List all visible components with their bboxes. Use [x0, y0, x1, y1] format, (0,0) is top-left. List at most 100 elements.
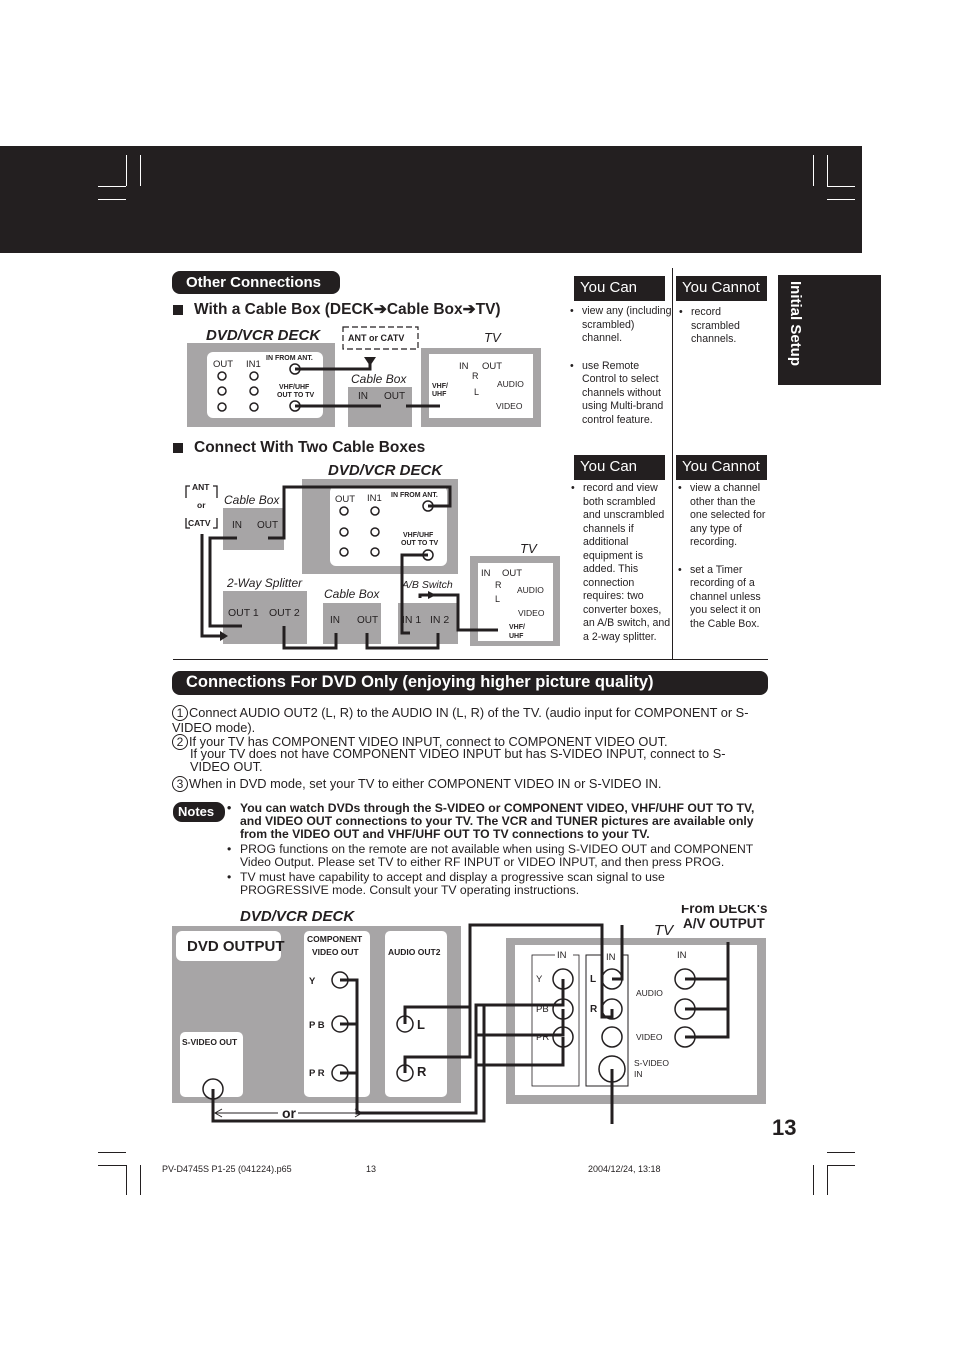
- ab-switch-label: A/B Switch: [401, 579, 453, 591]
- cable-box-label: Cable Box: [351, 372, 407, 386]
- svideo-label: S-VIDEO OUT: [182, 1037, 238, 1047]
- list-item: view any (including scrambled) channel.: [570, 305, 672, 346]
- port-label: VIDEO: [496, 401, 523, 411]
- port-label: VIDEO: [518, 608, 545, 618]
- note-item: • PROG functions on the remote are not av…: [227, 842, 780, 869]
- port-label: OUT: [213, 359, 233, 370]
- step-2-continued: If your TV does not have COMPONENT VIDEO…: [190, 746, 726, 774]
- port-label: IN FROM ANT.: [391, 492, 438, 499]
- bullet: •: [227, 870, 232, 884]
- deck-label: DVD/VCR DECK: [240, 908, 355, 925]
- port-label: L: [590, 974, 596, 985]
- tv-label: TV: [520, 541, 538, 556]
- crop-mark: [827, 155, 828, 186]
- port-label: IN 1: [402, 614, 421, 626]
- two-boxes-diagram: DVD/VCR DECK OUT IN1 IN FROM ANT. VHF/UH…: [185, 462, 560, 650]
- footer-file: PV-D4745S P1-25 (041224).p65: [162, 1164, 292, 1174]
- port-label: UHF: [432, 391, 447, 398]
- deck-label: DVD/VCR DECK: [328, 462, 443, 479]
- port-label: IN: [459, 361, 469, 372]
- port-label: OUT: [335, 494, 355, 505]
- page-number: 13: [772, 1115, 797, 1140]
- crop-mark: [827, 186, 855, 187]
- crop-mark: [827, 1165, 855, 1166]
- bullet: •: [227, 801, 232, 815]
- list-item: record scrambled channels.: [679, 306, 767, 347]
- note-text: You can watch DVDs through the S-VIDEO o…: [240, 801, 755, 841]
- list-item: use Remote Control to select channels wi…: [570, 360, 672, 428]
- port-label: IN: [481, 568, 491, 579]
- crop-mark: [98, 1152, 126, 1153]
- port-label: L: [417, 1017, 425, 1032]
- square-bullet-icon: [173, 443, 183, 453]
- port-label: R: [495, 580, 502, 590]
- you-cannot-header: You Cannot: [676, 276, 767, 301]
- subheading-two-boxes: Connect With Two Cable Boxes: [173, 439, 425, 457]
- port-label: IN: [358, 391, 368, 402]
- from-deck-label: From DECK's: [681, 905, 767, 916]
- component-label: VIDEO OUT: [312, 947, 360, 957]
- section-divider: [173, 659, 768, 660]
- port-label: OUT: [482, 361, 502, 372]
- step-text: Connect AUDIO OUT2 (L, R) to the AUDIO I…: [172, 705, 749, 735]
- port-label: VHF/UHF: [403, 532, 434, 539]
- subheading-text: With a Cable Box (DECK➔Cable Box➔TV): [194, 301, 501, 318]
- component-label: COMPONENT: [307, 934, 363, 944]
- side-tab-label: Initial Setup: [787, 281, 804, 367]
- note-text: PROG functions on the remote are not ava…: [240, 842, 754, 869]
- footer-timestamp: 2004/12/24, 13:18: [588, 1164, 661, 1174]
- you-can-header: You Can: [574, 455, 665, 480]
- crop-mark: [98, 1165, 126, 1166]
- list-item: record and view both scrambled and unscr…: [571, 482, 671, 644]
- ant-label: CATV: [188, 518, 211, 528]
- port-label: P B: [309, 1020, 325, 1031]
- port-label: OUT: [502, 568, 522, 579]
- audio-label: AUDIO OUT2: [388, 947, 441, 957]
- port-label: UHF: [509, 633, 524, 640]
- square-bullet-icon: [173, 304, 183, 315]
- port-label: IN: [232, 520, 242, 531]
- step-number: 1: [172, 705, 188, 721]
- subheading-text: Connect With Two Cable Boxes: [194, 439, 426, 456]
- port-label: VIDEO: [636, 1032, 663, 1042]
- port-label: IN: [330, 615, 340, 626]
- section-title: Other Connections: [172, 271, 340, 294]
- port-label: AUDIO: [636, 988, 663, 998]
- port-label: VHF/: [509, 624, 525, 631]
- crop-mark: [813, 1165, 814, 1195]
- subheading-cable-box: With a Cable Box (DECK➔Cable Box➔TV): [173, 300, 501, 319]
- you-can-list: record and view both scrambled and unscr…: [571, 482, 671, 644]
- port-label: R: [417, 1064, 427, 1079]
- ant-label: ANT or CATV: [348, 333, 404, 343]
- port-label: Y: [536, 974, 543, 985]
- crop-mark: [140, 155, 141, 186]
- you-cannot-header: You Cannot: [676, 455, 767, 480]
- port-label: OUT TO TV: [401, 540, 439, 547]
- note-text: TV must have capability to accept and di…: [240, 870, 665, 897]
- crop-mark: [140, 1165, 141, 1195]
- ant-label: ANT: [192, 482, 210, 492]
- dvd-connection-diagram: DVD/VCR DECK DVD OUTPUT COMPONENT VIDEO …: [172, 905, 767, 1124]
- notes-badge: Notes: [173, 802, 225, 822]
- port-label: OUT TO TV: [277, 392, 315, 399]
- tv-label: TV: [484, 330, 502, 345]
- note-item: • You can watch DVDs through the S-VIDEO …: [227, 801, 776, 841]
- port-label: VHF/UHF: [279, 384, 310, 391]
- from-deck-label: A/V OUTPUT: [683, 916, 766, 931]
- column-divider: [672, 268, 673, 660]
- port-label: OUT 2: [269, 607, 300, 619]
- step-3: 3 When in DVD mode, set your TV to either…: [172, 776, 772, 792]
- cable-box-label: Cable Box: [224, 493, 280, 507]
- you-cannot-list: view a channel other than the one select…: [678, 482, 768, 631]
- or-label: or: [282, 1105, 297, 1121]
- crop-mark: [126, 155, 127, 186]
- port-label: OUT: [384, 391, 405, 402]
- port-label: OUT: [357, 615, 378, 626]
- port-label: VHF/: [432, 383, 448, 390]
- port-label: L: [474, 387, 479, 397]
- you-can-list: view any (including scrambled) channel. …: [570, 305, 672, 427]
- deck-label: DVD/VCR DECK: [206, 327, 321, 344]
- crop-mark: [827, 199, 855, 200]
- step-1: 1 Connect AUDIO OUT2 (L, R) to the AUDIO …: [172, 705, 772, 734]
- port-label: IN 2: [430, 614, 449, 626]
